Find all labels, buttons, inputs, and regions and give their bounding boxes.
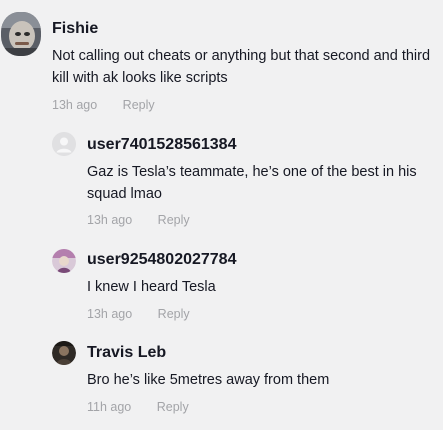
comment-timestamp: 13h ago — [87, 307, 133, 321]
reply-comment-item: Travis Leb Bro he’s like 5metres away fr… — [0, 333, 443, 430]
comment-username[interactable]: user9254802027784 — [87, 250, 236, 270]
comment-timestamp: 13h ago — [87, 213, 133, 227]
comment-username[interactable]: Fishie — [52, 19, 98, 39]
comment-item: Fishie Not calling out cheats or anythin… — [0, 0, 443, 120]
reply-comment-item: user9254802027784 I knew I heard Tesla 1… — [0, 240, 443, 330]
reply-button[interactable]: Reply — [158, 307, 190, 321]
comment-username[interactable]: user7401528561384 — [87, 135, 236, 155]
reply-button[interactable]: Reply — [158, 213, 190, 227]
comment-timestamp: 11h ago — [87, 400, 132, 414]
comment-meta: 13h ago Reply — [87, 212, 190, 228]
comment-text: I knew I heard Tesla — [87, 279, 216, 295]
user-photo-avatar[interactable] — [52, 249, 76, 273]
user-photo-avatar[interactable] — [1, 12, 41, 56]
comment-username[interactable]: Travis Leb — [87, 343, 166, 363]
comment-text: Not calling out cheats or anything but t… — [52, 48, 431, 86]
reply-button[interactable]: Reply — [123, 98, 155, 112]
reply-comment-item: user7401528561384 Gaz is Tesla’s teammat… — [0, 120, 443, 230]
reply-button[interactable]: Reply — [157, 400, 189, 414]
comment-text: Bro he’s like 5metres away from them — [87, 372, 330, 388]
user-photo-avatar[interactable] — [52, 341, 76, 365]
comment-timestamp: 13h ago — [52, 98, 98, 112]
default-avatar[interactable] — [52, 132, 76, 156]
comment-text: Gaz is Tesla’s teammate, he’s one of the… — [87, 164, 417, 202]
comment-meta: 11h ago Reply — [87, 399, 189, 415]
comment-meta: 13h ago Reply — [52, 97, 155, 113]
comment-meta: 13h ago Reply — [87, 306, 190, 322]
